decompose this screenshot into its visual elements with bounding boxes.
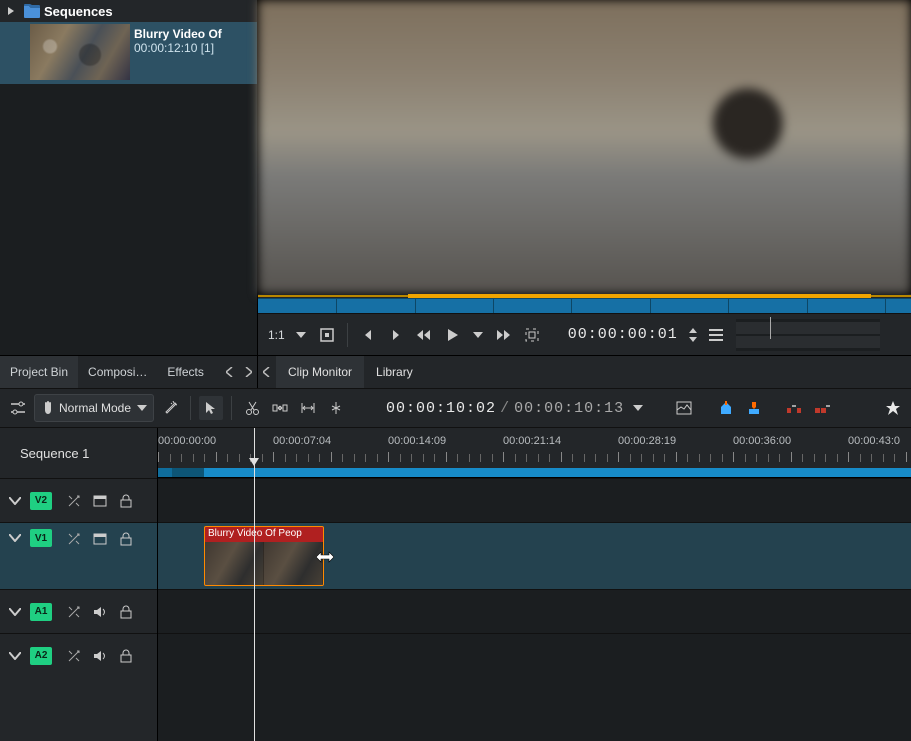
collapse-a2-button[interactable] [6,647,24,665]
insert-marker-button[interactable] [714,396,738,420]
track-a2-tag[interactable]: A2 [30,647,52,665]
lock-a2-button[interactable] [116,646,136,666]
rewind-button[interactable] [412,323,436,347]
left-panel-tabs: Project Bin Composi… Effects [0,355,258,388]
tab-clip-monitor[interactable]: Clip Monitor [276,356,364,388]
chevron-right-icon[interactable] [2,2,20,20]
track-header-a2[interactable]: A2 [0,633,157,677]
play-button[interactable] [440,323,464,347]
hand-icon [43,401,53,415]
mute-v1-button[interactable] [90,529,110,549]
sequences-folder-label: Sequences [44,4,113,19]
tabs-scroll-left-button[interactable] [221,356,239,389]
sequences-header[interactable]: Sequences [0,0,257,22]
active-sequence-name[interactable]: Sequence 1 [0,428,157,478]
edit-mode-dropdown[interactable]: Normal Mode [34,394,154,422]
tab-library[interactable]: Library [364,356,425,388]
track-config-button[interactable] [6,396,30,420]
sequence-item[interactable]: Blurry Video Of 00:00:12:10 [1] [0,22,257,84]
timeline-toolbar: Normal Mode 00:00:10:02 / 00:00:10:13 [0,388,911,428]
collapse-a1-button[interactable] [6,603,24,621]
monitor-timecode[interactable]: 00:00:00:01 [564,326,682,343]
lock-v2-button[interactable] [116,491,136,511]
thumbnails-button[interactable] [672,396,696,420]
track-a1-tag[interactable]: A1 [30,603,52,621]
track-headers: Sequence 1 V2 V1 A1 [0,428,158,741]
collapse-v1-button[interactable] [6,529,24,547]
lane-a1[interactable] [158,589,911,633]
lock-v1-button[interactable] [116,529,136,549]
lane-a2[interactable] [158,633,911,677]
set-zone-button[interactable] [315,323,339,347]
mute-a2-button[interactable] [90,646,110,666]
zoom-bar[interactable] [158,468,911,477]
clip-thumbnails [205,542,323,585]
tabs-scroll-right-button[interactable] [239,356,257,389]
track-v2-tag[interactable]: V2 [30,492,52,510]
sequence-duration: 00:00:12:10 [1] [134,41,222,55]
play-dropdown[interactable] [468,323,488,347]
monitor-viewport[interactable] [258,0,911,294]
lift-button[interactable] [782,396,806,420]
track-header-v2[interactable]: V2 [0,478,157,522]
in-point-button[interactable] [356,323,380,347]
timecode-down-button[interactable] [686,335,700,344]
right-tabs-scroll-left[interactable] [258,356,276,389]
timeline-lanes[interactable]: 00:00:00:00 00:00:07:04 00:00:14:09 00:0… [158,428,911,741]
timeline-panel: Sequence 1 V2 V1 A1 [0,428,911,741]
track-header-a1[interactable]: A1 [0,589,157,633]
monitor-scrubber[interactable] [258,298,911,313]
lane-v1[interactable]: Blurry Video Of Peop [158,522,911,589]
fx-v1-button[interactable] [64,529,84,549]
clip-title: Blurry Video Of Peop [205,527,323,542]
timecode-up-button[interactable] [686,326,700,335]
monitor-controls: 1:1 00:00:00:01 -54 -36 -24 -18 -12 -6 [258,313,911,355]
timecode-dropdown[interactable] [628,396,648,420]
timeline-clip[interactable]: Blurry Video Of Peop [204,526,324,586]
lock-a1-button[interactable] [116,602,136,622]
fx-a2-button[interactable] [64,646,84,666]
selection-tool-button[interactable] [199,396,223,420]
zoom-ratio-label: 1:1 [264,328,287,342]
out-point-button[interactable] [384,323,408,347]
razor-tool-button[interactable] [240,396,264,420]
favorite-button[interactable] [881,396,905,420]
audio-meter: -54 -36 -24 -18 -12 -6 0 [736,319,880,351]
sequence-title: Blurry Video Of [134,27,222,41]
mute-a1-button[interactable] [90,602,110,622]
tab-effects[interactable]: Effects [157,356,213,388]
tab-project-bin[interactable]: Project Bin [0,356,78,388]
timeline-timecode-total: 00:00:10:13 [514,400,624,417]
zoom-dropdown[interactable] [291,323,311,347]
collapse-v2-button[interactable] [6,492,24,510]
folder-icon [24,4,40,18]
extract-button[interactable] [810,396,834,420]
spacer-tool-button[interactable] [268,396,292,420]
playhead[interactable] [254,428,255,741]
tab-compositions[interactable]: Composi… [78,356,157,388]
fullscreen-button[interactable] [520,323,544,347]
forward-button[interactable] [492,323,516,347]
wand-tool-button[interactable] [158,396,182,420]
timeline-ruler[interactable]: 00:00:00:00 00:00:07:04 00:00:14:09 00:0… [158,428,911,478]
project-bin-panel: Sequences Blurry Video Of 00:00:12:10 [1… [0,0,258,355]
options-menu-button[interactable] [704,323,728,347]
lane-v2[interactable] [158,478,911,522]
clip-monitor-panel: 1:1 00:00:00:01 -54 -36 -24 -18 -12 -6 [258,0,911,355]
fit-zoom-button[interactable] [296,396,320,420]
track-header-v1[interactable]: V1 [0,522,157,589]
mute-v2-button[interactable] [90,491,110,511]
snap-button[interactable] [324,396,348,420]
edit-mode-label: Normal Mode [59,401,131,415]
timeline-timecode-current[interactable]: 00:00:10:02 [386,400,496,417]
fx-v2-button[interactable] [64,491,84,511]
track-v1-tag[interactable]: V1 [30,529,52,547]
right-panel-tabs: Clip Monitor Library [258,355,911,388]
overwrite-marker-button[interactable] [742,396,766,420]
sequence-thumbnail [30,24,130,80]
preview-image [258,0,911,294]
fx-a1-button[interactable] [64,602,84,622]
